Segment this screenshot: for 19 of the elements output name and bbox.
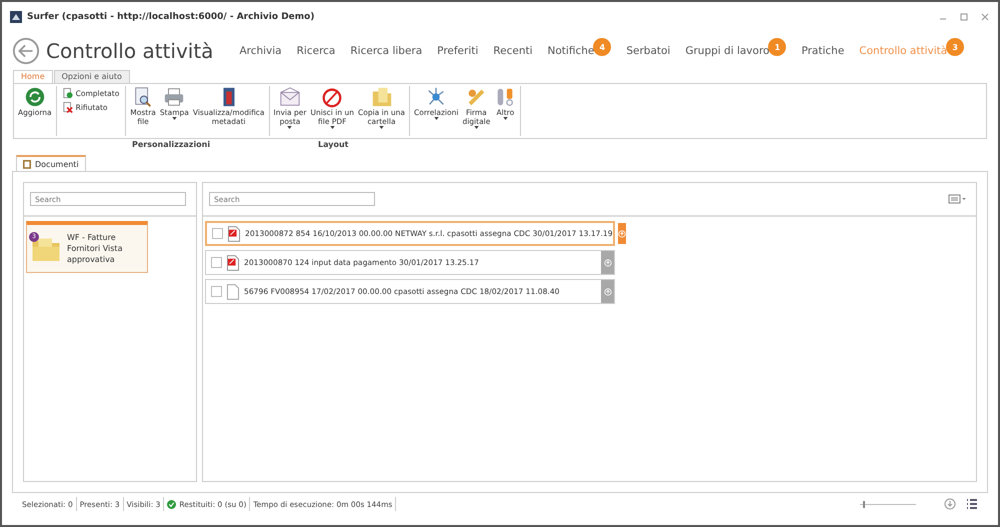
nav-link[interactable]: Ricerca [296,45,336,57]
nav-link[interactable]: Notifiche [548,45,594,57]
nav-link[interactable]: Archivia [239,45,282,57]
count-badge: 3 [946,38,964,56]
tile-label: WF - Fatture Fornitori Vista approvativa [67,232,124,265]
page-title: Controllo attività [46,39,214,63]
ribbon-tab[interactable]: Opzioni e aiuto [54,70,130,83]
window-title: Surfer (cpasotti - http://localhost:6000/ - Archivio Demo) [27,12,314,22]
group-label: Personalizzazioni [132,140,210,149]
nav-link[interactable]: Gruppi di lavoro [685,45,770,57]
nav-link[interactable]: Preferiti [437,45,478,57]
group-label: Layout [318,140,348,149]
nav-link[interactable]: Serbatoi [626,45,670,57]
document-tab[interactable]: Documenti [16,155,86,171]
count-badge: 1 [768,38,786,56]
count-badge: 4 [593,38,612,56]
nav-link[interactable]: Pratiche [801,45,844,57]
nav-link[interactable]: Ricerca libera [350,45,422,57]
nav-link[interactable]: Recenti [493,45,533,57]
